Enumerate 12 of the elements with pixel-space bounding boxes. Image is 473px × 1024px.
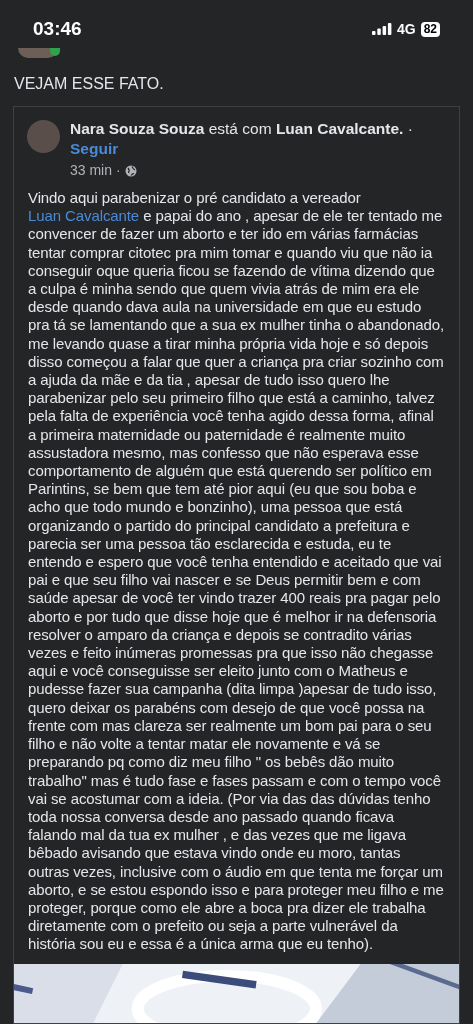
profile-link[interactable]: Luan Cavalcante: [28, 207, 140, 225]
network-label: 4G: [396, 19, 416, 39]
avatar: [27, 120, 60, 153]
battery-level: 82: [420, 21, 440, 37]
status-time: 03:46: [33, 16, 82, 41]
globe-icon: [124, 164, 137, 177]
post-body: Vindo aqui parabenizar o pré candidato a vereador Luan Cavalcante e papai do ano , apesar de ele ter tentado me convencer de fazer um aborto e ter ido em várias farmácias tentar comprar citotec pra mim tomar e quando viu que não ia conseguir oque queria ficou se fazendo de vítima dizendo que a culpa é minha sendo que quem vivia atrás de mim era ele desde quando dava aula na universidade em que eu estudo pra tá se lamentando que a sua ex mulher tinha o abandonado, me levando quase a tirar minha própria vida hoje e só depois disso começou a falar que quer a criança pra criar sozinho com a ajuda da mãe e da tia , apesar de tudo isso quero lhe parabenizar pelo seu primeiro filho que está a caminho, talvez pela falta de experiência você tenha agido dessa forma, afinal a primeira maternidade ou paternidade é realmente muito assustadora mesmo, mas confesso que não esperava esse comportamento de alguém que está querendo ser político em Parintins, se bem que tem até pior aqui (eu que sou boba e acho que todo mundo e bonzinho), uma pessoa que está organizando o partido do principal candidato a prefeitura e parecia ser uma pessoa tão esclarecida e estuda, eu te entendo e espero que você tenha entendido e aceitado que vai pai e que seu filho vai nascer e se Deus permitir bem e com saúde apesar de você ter vindo trazer 400 reais pra pagar pelo aborto e por tudo que disse hoje que é melhor ir na defensoria resolver o amparo da criança e depois se contradito várias vezes e feito inúmeras promessas pra que isso não chegasse aqui e você conseguisse ser eleito junto com o Matheus e pudesse fazer sua campanha (dita limpa )apesar de tudo isso, quero deixar os parabéns com desejo de que você possa na frente com mas clareza ser realmente um bom pai para o seu filho e não volte a tentar matar ele novamente e vá se preparando pq como diz meu filho " os bebês dão muito trabalho" mas é tudo fase e fases passam e com o tempo você vai se acostumar com a ideia. (Por via das das dúvidas tenho toda nossa conversa desde ano passado quando ficava falando mal da tua ex mulher , e das vezes que me ligava bêbado avisando que estava vindo onde eu moro, tantas outras vezes, inclusive com o áudio em que tenta me forçar um aborto, e se estou espondo isso e para proteger meu filho e me proteger, porque como ele abre a boca pra dizer ele trabalha diretamente com o prefeito ou seja a parte vulnerável da história sou eu e essa é a única arma que eu tenho).: [27, 188, 445, 954]
follow-link[interactable]: Seguir: [70, 139, 119, 159]
signal-icon: [371, 23, 392, 35]
post-header: Nara Souza Souza está com Luan Cavalcante. ·: [70, 119, 413, 139]
post-time: 33 min ·: [70, 161, 121, 180]
post-text: VEJAM ESSE FATO.: [13, 74, 165, 94]
